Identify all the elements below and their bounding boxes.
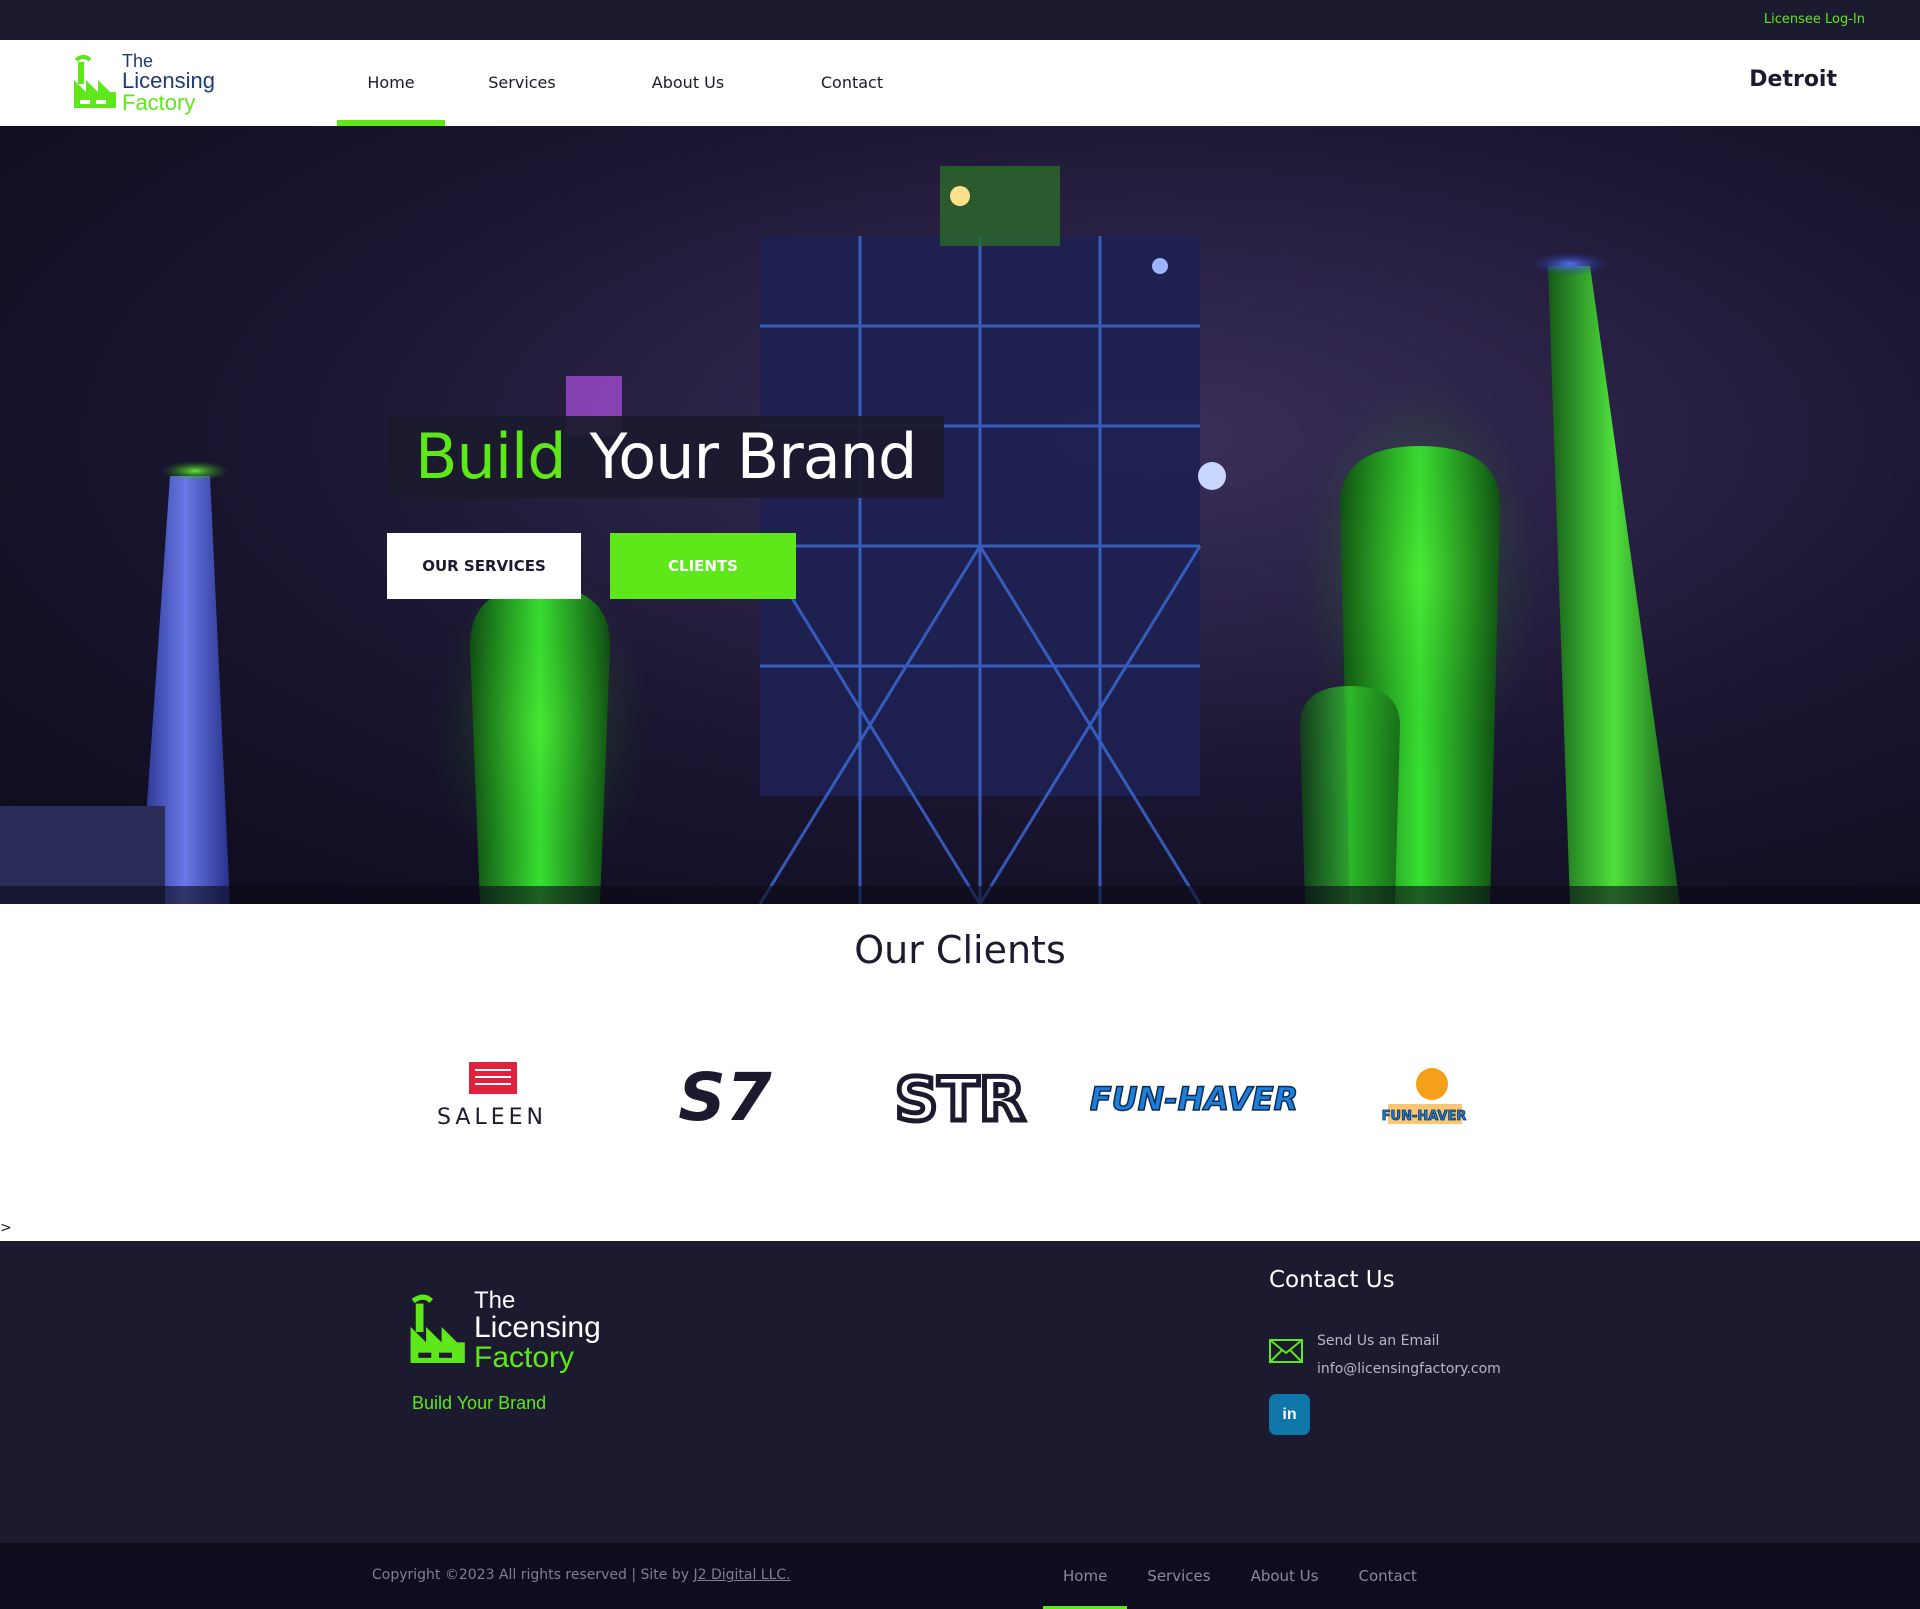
copyright-text: Copyright ©2023 All rights reserved | Si… <box>372 1567 791 1583</box>
site-logo[interactable]: The Licensing Factory <box>72 52 232 116</box>
footer-nav-about-us[interactable]: About Us <box>1231 1543 1339 1609</box>
footer-tagline: Build Your Brand <box>412 1393 547 1413</box>
linkedin-icon[interactable]: in <box>1269 1394 1310 1435</box>
nav-services[interactable]: Services <box>445 40 599 126</box>
clients-button[interactable]: CLIENTS <box>610 533 796 599</box>
nav-contact[interactable]: Contact <box>777 40 927 126</box>
main-nav: Home Services About Us Contact <box>337 40 927 126</box>
str-logo-image: STR <box>892 1063 1027 1138</box>
fun-haver-logo-text: FUN-HAVER <box>1090 1080 1298 1118</box>
fun-haver-badge-image: FUN-HAVER <box>1381 1068 1467 1124</box>
s7-logo-text: S7 <box>678 1060 772 1130</box>
fun-haver-badge-text: FUN-HAVER <box>1382 1109 1466 1124</box>
footer-nav-contact[interactable]: Contact <box>1338 1543 1436 1609</box>
footer-nav: Home Services About Us Contact <box>1043 1543 1437 1609</box>
footer-nav-services[interactable]: Services <box>1127 1543 1230 1609</box>
bottom-bar: Copyright ©2023 All rights reserved | Si… <box>0 1543 1920 1609</box>
fun-haver-logo[interactable]: FUN-HAVER <box>1089 1060 1299 1130</box>
hero-title: Build Your Brand <box>387 416 945 498</box>
site-header: The Licensing Factory Home Services Abou… <box>0 40 1920 126</box>
logo-text-factory: Factory <box>122 90 196 115</box>
stray-character: > <box>0 1220 12 1236</box>
saleen-logo-text: SALEEN <box>437 1105 547 1130</box>
factory-logo-icon <box>74 55 116 108</box>
fun-haver-badge-logo[interactable]: FUN-HAVER <box>1381 1060 1467 1130</box>
saleen-logo[interactable]: SALEEN <box>405 1060 580 1130</box>
email-link[interactable]: info@licensingfactory.com <box>1317 1361 1501 1377</box>
hero-title-accent: Build <box>415 420 567 493</box>
send-email-label: Send Us an Email <box>1317 1333 1440 1349</box>
site-credit-link[interactable]: J2 Digital LLC. <box>693 1567 790 1583</box>
footer-nav-home[interactable]: Home <box>1043 1543 1128 1609</box>
envelope-icon <box>1269 1339 1303 1363</box>
copyright-label: Copyright ©2023 All rights reserved | Si… <box>372 1567 694 1583</box>
footer-logo-text-licensing: Licensing <box>474 1311 601 1344</box>
fun-haver-logo-image: FUN-HAVER <box>1089 1079 1299 1119</box>
s7-logo-image: S7 <box>678 1059 772 1136</box>
site-footer: The Licensing Factory Build Your Brand C… <box>0 1241 1920 1543</box>
s7-logo[interactable]: S7 <box>660 1059 790 1136</box>
logo-text-licensing: Licensing <box>122 68 215 93</box>
industrial-plant-night-image <box>0 166 1920 904</box>
footer-logo-text-the: The <box>474 1287 516 1314</box>
hero-title-rest: Your Brand <box>589 420 918 493</box>
licensee-login-link[interactable]: Licensee Log-In <box>1764 12 1865 27</box>
clients-section-title: Our Clients <box>854 928 1066 972</box>
footer-logo-text-factory: Factory <box>474 1341 575 1374</box>
top-utility-bar: Licensee Log-In <box>0 0 1920 40</box>
saleen-logo-image: SALEEN <box>437 1062 547 1130</box>
nav-home[interactable]: Home <box>337 40 445 126</box>
contact-us-heading: Contact Us <box>1269 1267 1395 1293</box>
location-label: Detroit <box>1749 67 1837 92</box>
hero-banner: Build Your Brand OUR SERVICES CLIENTS <box>0 126 1920 904</box>
factory-logo-icon <box>410 1294 465 1363</box>
str-logo[interactable]: STR <box>892 1060 1028 1138</box>
footer-logo[interactable]: The Licensing Factory <box>408 1289 628 1379</box>
nav-about-us[interactable]: About Us <box>599 40 777 126</box>
str-logo-text: STR <box>895 1065 1025 1130</box>
our-services-button[interactable]: OUR SERVICES <box>387 533 581 599</box>
